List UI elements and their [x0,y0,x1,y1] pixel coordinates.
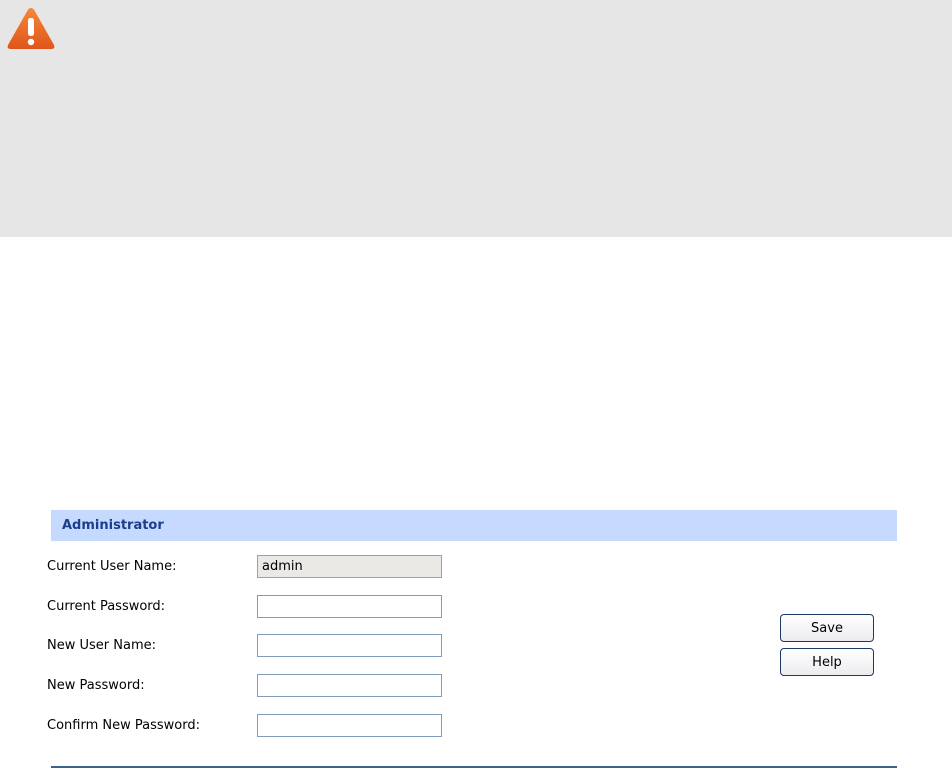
help-button[interactable]: Help [780,648,874,676]
current-password-field[interactable] [257,594,442,618]
current-password-label: Current Password: [47,598,166,614]
confirm-new-password-field[interactable] [257,713,442,737]
panel-footer-divider [51,766,897,768]
current-user-name-label: Current User Name: [47,558,177,574]
new-user-name-row: New User Name: [47,633,442,657]
new-password-label: New Password: [47,677,145,693]
warning-icon [7,8,55,49]
current-user-name-field [257,554,442,578]
confirm-new-password-label: Confirm New Password: [47,717,200,733]
current-password-row: Current Password: [47,594,442,618]
new-password-field[interactable] [257,673,442,697]
current-user-name-row: Current User Name: [47,554,442,578]
new-user-name-field[interactable] [257,633,442,657]
administrator-panel: Administrator [51,510,897,541]
panel-title: Administrator [51,510,897,541]
new-password-row: New Password: [47,673,442,697]
warning-banner [0,0,952,237]
confirm-new-password-row: Confirm New Password: [47,713,442,737]
save-button[interactable]: Save [780,614,874,642]
new-user-name-label: New User Name: [47,637,156,653]
